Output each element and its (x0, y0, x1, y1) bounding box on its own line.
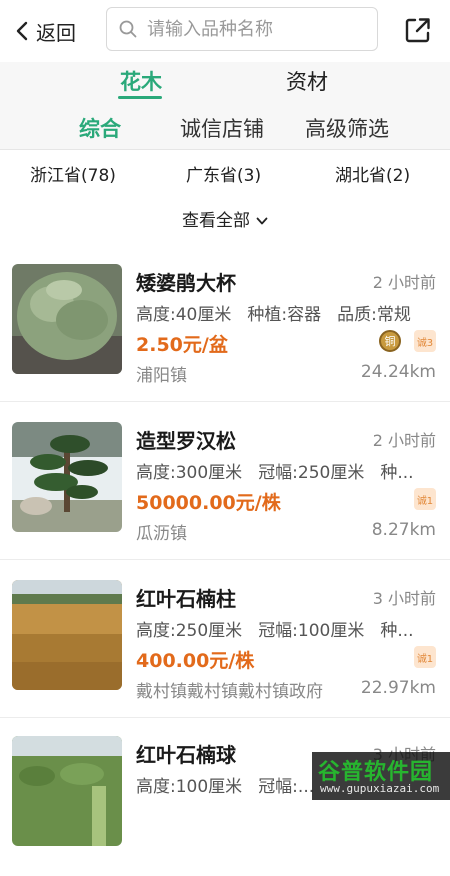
search-input[interactable] (145, 17, 369, 41)
spec-height: 高度:250厘米 (136, 621, 243, 641)
listing-location: 戴村镇戴村镇戴村镇政府 (136, 682, 323, 702)
listing-location: 浦阳镇 (136, 366, 187, 386)
listing-time: 2 小时前 (372, 431, 436, 450)
spec-crown: 冠幅:... (258, 777, 315, 797)
spec-quality: 品质:常规 (337, 305, 411, 325)
listing-price: 50000.00元/株 (136, 492, 281, 514)
tab-advanced-filter[interactable]: 高级筛选 (305, 113, 389, 143)
listing-specs: 高度:250厘米 冠幅:100厘米 种... (136, 616, 438, 641)
tab-comprehensive[interactable]: 综合 (79, 113, 121, 143)
view-all-button[interactable]: 查看全部 (0, 206, 450, 231)
listing-title: 红叶石楠柱 (136, 587, 236, 611)
active-tab-indicator (118, 96, 162, 99)
spec-planting: 种... (380, 463, 414, 483)
spec-crown: 冠幅:100厘米 (258, 621, 365, 641)
tab-zicai[interactable]: 资材 (286, 66, 328, 96)
back-button[interactable]: 返回 (14, 14, 76, 48)
spec-crown: 冠幅:250厘米 (258, 463, 365, 483)
product-thumbnail (12, 422, 122, 532)
trust-level-badge: 诚1 (414, 646, 436, 668)
listing-time: 2 小时前 (372, 273, 436, 292)
spec-height: 高度:300厘米 (136, 463, 243, 483)
listing-distance: 24.24km (360, 362, 436, 382)
copper-medal-badge: 铜 (379, 330, 401, 352)
listing-item[interactable]: 造型罗汉松 2 小时前 高度:300厘米 冠幅:250厘米 种... 50000.0… (0, 402, 450, 560)
listing-specs: 高度:300厘米 冠幅:250厘米 种... (136, 458, 438, 483)
listing-time: 3 小时前 (372, 589, 436, 608)
product-thumbnail (12, 736, 122, 846)
back-label: 返回 (36, 20, 76, 45)
category-tabs: 花木 资材 (0, 62, 450, 104)
spec-planting: 种... (380, 621, 414, 641)
listing-specs: 高度:40厘米 种植:容器 品质:常规 (136, 300, 438, 325)
tab-huamu[interactable]: 花木 (120, 66, 162, 96)
spec-height: 高度:100厘米 (136, 777, 243, 797)
listing-distance: 8.27km (371, 520, 436, 540)
spec-height: 高度:40厘米 (136, 305, 232, 325)
watermark: 谷普软件园 www.gupuxiazai.com (312, 752, 450, 800)
chevron-down-icon (256, 217, 268, 225)
province-guangdong[interactable]: 广东省(3) (186, 161, 261, 186)
province-filter: 浙江省(78) 广东省(3) 湖北省(2) 查看全部 (0, 150, 450, 244)
listing-distance: 22.97km (360, 678, 436, 698)
listing-title: 矮婆鹃大杯 (136, 271, 236, 295)
trust-level-badge: 诚3 (414, 330, 436, 352)
province-hubei[interactable]: 湖北省(2) (335, 161, 410, 186)
chevron-left-icon (16, 21, 28, 41)
spec-planting: 种植:容器 (247, 305, 322, 325)
watermark-url: www.gupuxiazai.com (320, 782, 440, 795)
listing-item[interactable]: 矮婆鹃大杯 2 小时前 高度:40厘米 种植:容器 品质:常规 2.50元/盆 铜 … (0, 244, 450, 402)
listing-title: 红叶石楠球 (136, 743, 236, 767)
listing-price: 400.00元/株 (136, 650, 255, 672)
listing-price: 2.50元/盆 (136, 334, 228, 356)
search-icon (119, 20, 137, 38)
view-all-label: 查看全部 (182, 211, 250, 231)
product-thumbnail (12, 580, 122, 690)
listing-item[interactable]: 红叶石楠柱 3 小时前 高度:250厘米 冠幅:100厘米 种... 400.00元… (0, 560, 450, 718)
share-icon[interactable] (404, 16, 432, 44)
trust-level-badge: 诚1 (414, 488, 436, 510)
top-bar: 返回 (0, 0, 450, 62)
sort-tabs: 综合 诚信店铺 高级筛选 (0, 104, 450, 150)
province-zhejiang[interactable]: 浙江省(78) (30, 161, 116, 186)
listing-title: 造型罗汉松 (136, 429, 236, 453)
search-box[interactable] (106, 7, 378, 51)
product-thumbnail (12, 264, 122, 374)
listing-location: 瓜沥镇 (136, 524, 187, 544)
tab-trusted-shops[interactable]: 诚信店铺 (180, 113, 264, 143)
